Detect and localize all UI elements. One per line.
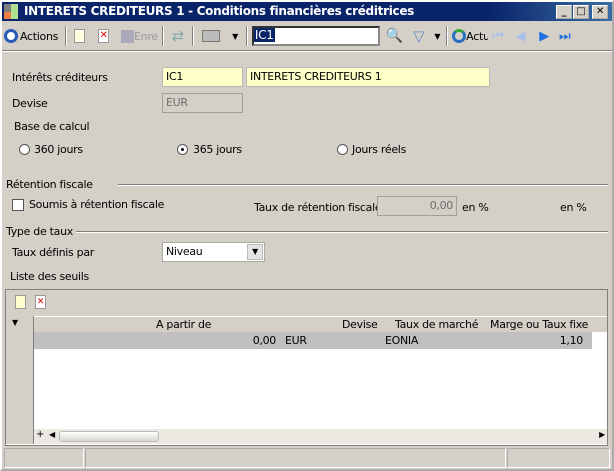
add-row-icon[interactable] [15,295,26,309]
separator [446,26,449,46]
seuils-label: Liste des seuils [10,270,89,283]
delete-icon[interactable]: ✕ [98,29,109,43]
grid-header: A partir de Devise Taux de marché Marge … [34,316,607,332]
refresh-green-icon [452,29,467,43]
taux-retention-input: 0,00 [377,196,457,216]
last-record-icon[interactable]: ⏭ [559,29,571,44]
status-segment [507,448,610,468]
new-icon[interactable] [74,29,85,43]
radio-365-label: 365 jours [193,143,242,156]
radio-360-jours[interactable] [19,144,30,155]
radio-365-jours[interactable] [177,144,188,155]
retention-checkbox-label: Soumis à rétention fiscale [29,198,165,211]
cell-a-partir-de: 0,00 [252,334,277,347]
first-record-icon[interactable]: ⏮ [492,29,504,44]
toolbar: Actions ✕ Enre ⇄ ▼ IC1 🔍 ▽ ▼ Actu ⏮ ◀ ▶ … [4,24,610,48]
filter-dropdown-icon[interactable]: ▼ [434,32,440,41]
interets-label: Intérêts créditeurs [12,71,108,84]
divider [2,50,612,52]
cell-marge: 1,10 [559,334,584,347]
retention-section-title: Rétention fiscale [6,178,93,191]
scroll-right-icon[interactable]: ▶ [599,430,605,439]
search-icon[interactable]: 🔍 [386,28,403,44]
type-taux-section-title: Type de taux [6,225,73,238]
separator [245,26,248,46]
chevron-down-icon[interactable]: ▼ [247,244,263,260]
unit-label: en % [560,201,587,214]
scrollbar-thumb[interactable] [59,431,159,442]
seuils-grid: ✕ ▼ A partir de Devise Taux de marché Ma… [5,289,608,446]
minimize-button[interactable]: _ [556,5,572,19]
status-segment [4,448,84,468]
cell-taux-marche: EONIA [385,334,419,347]
app-icon [4,4,18,19]
cell-devise: EUR [285,334,307,347]
actions-button[interactable]: Actions [4,29,65,43]
scroll-left-icon[interactable]: ◀ [49,430,55,439]
window-title: INTERETS CREDITEURS 1 - Conditions finan… [2,2,612,21]
interets-name-input[interactable]: INTERETS CREDITEURS 1 [246,67,490,87]
separator [161,26,164,46]
separator [192,26,195,46]
refresh-icon[interactable]: ⇄ [172,27,185,45]
maximize-button[interactable]: □ [573,5,589,19]
retention-checkbox[interactable] [12,199,24,211]
save-button[interactable]: Enre [121,29,158,43]
devise-label: Devise [12,97,48,110]
delete-row-icon[interactable]: ✕ [35,295,46,309]
previous-record-icon[interactable]: ◀ [516,29,526,44]
interets-code-input[interactable]: IC1 [162,67,243,87]
close-button[interactable]: ✕ [592,5,608,19]
search-input[interactable]: IC1 [251,26,380,46]
column-header-a-partir-de[interactable]: A partir de [156,318,211,331]
grid-toolbar: ✕ [6,290,607,316]
dropdown-arrow-icon[interactable]: ▼ [12,318,18,327]
print-icon[interactable] [202,30,221,42]
separator [65,26,67,46]
refresh-button[interactable]: Actu [452,29,488,43]
row-selector-column: ▼ [6,316,34,444]
expand-button[interactable]: + [36,429,44,440]
radio-jours-reels[interactable] [337,144,348,155]
unit-label: en % [462,201,489,214]
filter-icon[interactable]: ▽ [413,27,425,45]
radio-360-label: 360 jours [34,143,83,156]
base-calcul-label: Base de calcul [14,120,90,133]
column-header-devise[interactable]: Devise [342,318,378,331]
taux-definis-select[interactable]: Niveau ▼ [162,242,265,262]
save-icon [121,29,134,43]
divider [118,184,608,186]
actions-icon [4,29,18,43]
status-segment [85,448,506,468]
table-row[interactable]: 0,00 EUR EONIA 1,10 [34,332,592,349]
column-header-marge[interactable]: Marge ou Taux fixe [490,318,588,331]
next-record-icon[interactable]: ▶ [539,29,549,44]
taux-definis-label: Taux définis par [12,246,94,259]
print-dropdown-icon[interactable]: ▼ [232,32,238,41]
devise-input: EUR [162,93,243,113]
divider [76,231,608,233]
column-header-taux-marche[interactable]: Taux de marché [395,318,479,331]
radio-jours-reels-label: Jours réels [352,143,406,156]
horizontal-scrollbar[interactable]: + ◀ ▶ [34,429,607,444]
taux-retention-label: Taux de rétention fiscale [254,201,382,214]
